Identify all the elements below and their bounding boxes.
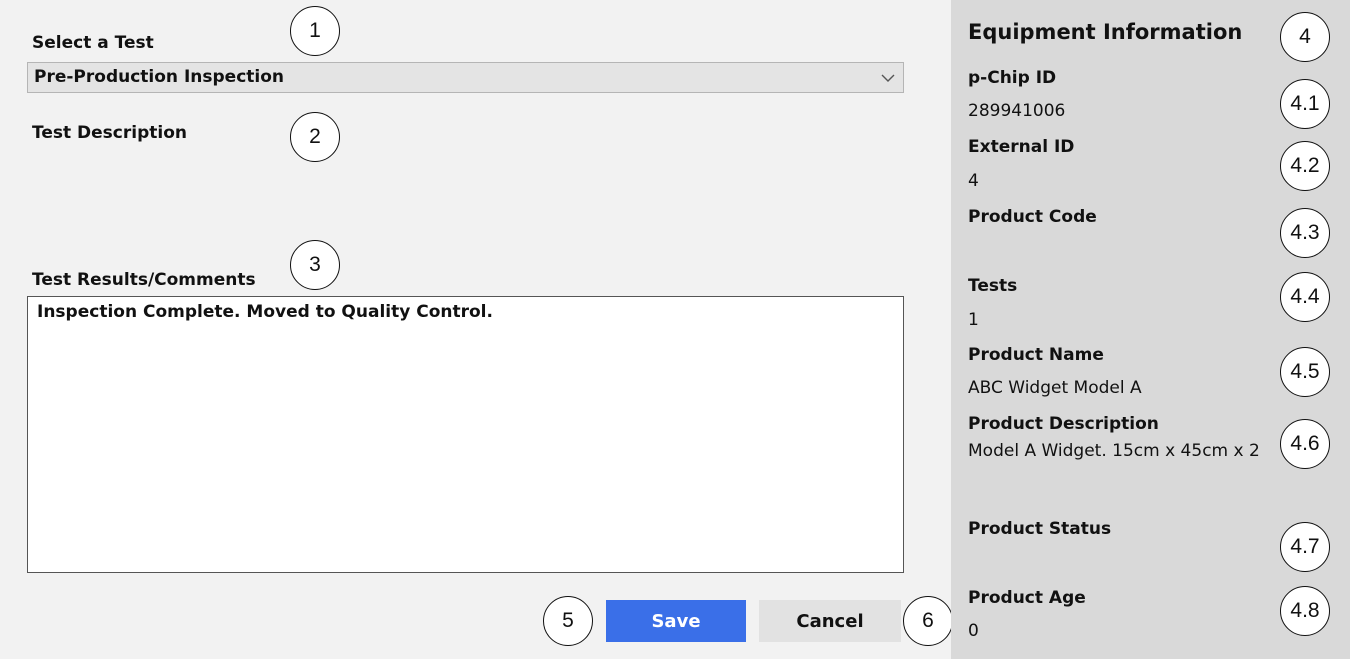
tests-label: Tests: [968, 276, 1018, 296]
callout-1: 1: [290, 6, 340, 56]
callout-4-2: 4.2: [1280, 141, 1330, 191]
p-chip-id-value: 289941006: [968, 101, 1066, 121]
product-status-label: Product Status: [968, 519, 1112, 539]
callout-4-7: 4.7: [1280, 522, 1330, 572]
callout-3: 3: [290, 240, 340, 290]
callout-4: 4: [1280, 12, 1330, 62]
product-description-value: Model A Widget. 15cm x 45cm x 2: [968, 441, 1260, 461]
callout-4-4: 4.4: [1280, 272, 1330, 322]
external-id-value: 4: [968, 171, 979, 191]
callout-6: 6: [903, 596, 953, 646]
callout-4-5: 4.5: [1280, 347, 1330, 397]
save-button[interactable]: Save: [606, 600, 746, 642]
test-description-label: Test Description: [32, 123, 187, 143]
equipment-info-panel: Equipment Information 4 p-Chip ID 289941…: [951, 0, 1350, 659]
callout-2: 2: [290, 112, 340, 162]
equipment-info-title: Equipment Information: [968, 20, 1243, 44]
chevron-down-icon: [881, 74, 895, 82]
callout-4-1: 4.1: [1280, 79, 1330, 129]
cancel-button[interactable]: Cancel: [759, 600, 901, 642]
external-id-label: External ID: [968, 137, 1075, 157]
callout-4-8: 4.8: [1280, 586, 1330, 636]
callout-4-6: 4.6: [1280, 419, 1330, 469]
p-chip-id-label: p-Chip ID: [968, 68, 1057, 88]
test-results-textarea[interactable]: Inspection Complete. Moved to Quality Co…: [27, 296, 904, 573]
test-select[interactable]: Pre-Production Inspection: [27, 62, 904, 93]
tests-value: 1: [968, 310, 979, 330]
product-age-value: 0: [968, 621, 979, 641]
callout-4-3: 4.3: [1280, 208, 1330, 258]
test-results-label: Test Results/Comments: [32, 270, 256, 290]
test-select-value: Pre-Production Inspection: [34, 67, 285, 87]
product-age-label: Product Age: [968, 588, 1086, 608]
product-name-value: ABC Widget Model A: [968, 378, 1142, 398]
product-code-label: Product Code: [968, 207, 1097, 227]
product-description-label: Product Description: [968, 414, 1159, 434]
callout-5: 5: [543, 596, 593, 646]
select-test-label: Select a Test: [32, 33, 154, 53]
product-name-label: Product Name: [968, 345, 1104, 365]
